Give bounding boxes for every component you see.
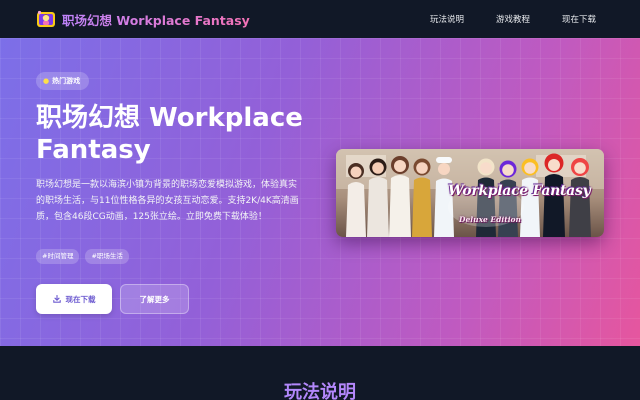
download-icon: [52, 294, 61, 303]
hero-section: ● 热门游戏 职场幻想 Workplace Fantasy 职场幻想是一款以海滨…: [0, 38, 640, 346]
brand-title: 职场幻想 Workplace Fantasy: [62, 10, 250, 29]
download-now-button[interactable]: 现在下载: [36, 284, 112, 314]
hero-title: 职场幻想 Workplace Fantasy: [36, 103, 303, 165]
gameplay-section-title: 玩法说明: [0, 382, 640, 400]
lightbulb-icon: ●: [43, 77, 50, 85]
tag-list: #时间管理 #职场生活: [36, 249, 129, 264]
nav-link-download[interactable]: 现在下载: [562, 13, 596, 25]
top-navbar: 职场幻想 Workplace Fantasy 玩法说明 游戏教程 现在下载: [0, 0, 640, 38]
game-character-logo-icon: [36, 9, 56, 29]
game-logo-subtitle: Deluxe Edition: [459, 215, 522, 224]
hot-game-badge-label: 热门游戏: [52, 77, 81, 85]
tag-workplace-life: #职场生活: [85, 249, 129, 264]
brand[interactable]: 职场幻想 Workplace Fantasy: [36, 9, 250, 29]
download-now-label: 现在下载: [65, 294, 96, 304]
learn-more-button[interactable]: 了解更多: [120, 284, 189, 314]
tag-time-management: #时间管理: [36, 249, 80, 264]
hero-description: 职场幻想是一款以海滨小镇为背景的职场恋爱模拟游戏，体验真实的职场生活，与11位性…: [36, 180, 299, 222]
hot-game-badge: ● 热门游戏: [36, 72, 90, 90]
game-logo-text: Workplace Fantasy: [448, 183, 591, 199]
gameplay-section: 玩法说明: [0, 346, 640, 400]
nav-link-gameplay[interactable]: 玩法说明: [430, 13, 464, 25]
nav-link-tutorial[interactable]: 游戏教程: [496, 13, 530, 25]
game-key-art: Workplace Fantasy Deluxe Edition: [336, 149, 604, 237]
nav-links: 玩法说明 游戏教程 现在下载: [430, 13, 596, 25]
